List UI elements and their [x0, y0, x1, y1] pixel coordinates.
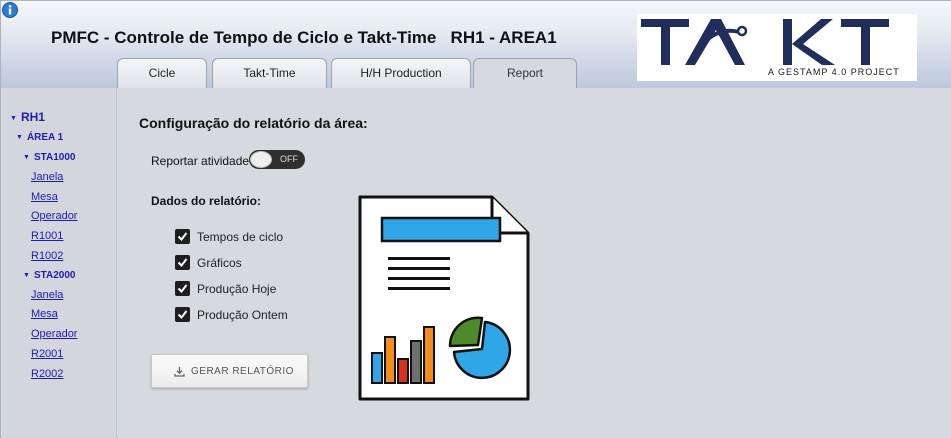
tree-label: STA2000 [33, 270, 76, 281]
tree-leaf-operador[interactable]: Operador [31, 328, 77, 340]
page-title: PMFC - Controle de Tempo de Ciclo e Takt… [51, 28, 557, 47]
generate-report-label: GERAR RELATÓRIO [191, 366, 294, 377]
tree-leaf-r1002[interactable]: R1002 [31, 250, 63, 262]
option-label: Produção Hoje [197, 282, 277, 296]
tab-report[interactable]: Report [473, 58, 577, 89]
tree-leaf-operador[interactable]: Operador [31, 210, 77, 222]
info-icon[interactable] [2, 2, 18, 18]
check-icon [177, 232, 188, 242]
generate-report-button[interactable]: GERAR RELATÓRIO [151, 354, 308, 388]
sidebar-tree: ▼ RH1 ▼ ÁREA 1 ▼ STA1000 Janela Mesa Operad… [2, 88, 117, 438]
caret-down-icon: ▼ [16, 134, 23, 141]
app-window: PMFC - Controle de Tempo de Ciclo e Takt… [0, 0, 951, 438]
app-header: PMFC - Controle de Tempo de Ciclo e Takt… [1, 1, 951, 89]
report-activity-toggle[interactable]: OFF [249, 150, 305, 169]
caret-down-icon: ▼ [23, 272, 30, 279]
report-data-label: Dados do relatório: [151, 194, 262, 208]
logo-subtitle: A GESTAMP 4.0 PROJECT [768, 67, 900, 77]
tree-node-sta1000[interactable]: ▼ STA1000 [23, 152, 75, 163]
tree-leaf-janela[interactable]: Janela [31, 289, 63, 301]
tab-label: Report [506, 66, 544, 80]
tab-label: Cicle [148, 66, 176, 80]
checkbox[interactable] [175, 307, 190, 322]
caret-down-icon: ▼ [10, 115, 17, 122]
report-activity-label: Reportar atividade [151, 154, 250, 168]
tree-leaf-r2002[interactable]: R2002 [31, 368, 63, 380]
check-icon [177, 258, 188, 268]
tab-label: Takt-Time [243, 66, 296, 80]
checkbox[interactable] [175, 229, 190, 244]
tree-leaf-janela[interactable]: Janela [31, 171, 63, 183]
takt-logo: A GESTAMP 4.0 PROJECT [637, 14, 917, 81]
option-label: Gráficos [197, 256, 242, 270]
checkbox[interactable] [175, 255, 190, 270]
tab-hh-production[interactable]: H/H Production [331, 58, 471, 88]
tree-node-area[interactable]: ▼ ÁREA 1 [16, 132, 63, 143]
tab-label: H/H Production [360, 66, 442, 80]
tree-leaf-mesa[interactable]: Mesa [31, 191, 58, 203]
check-icon [177, 310, 188, 320]
report-panel: Configuração do relatório da área: Repor… [118, 88, 951, 438]
tree-label: ÁREA 1 [26, 132, 64, 143]
download-icon [174, 367, 185, 377]
option-label: Produção Ontem [197, 308, 288, 322]
tree-leaf-r2001[interactable]: R2001 [31, 348, 63, 360]
check-icon [177, 284, 188, 294]
tab-takt-time[interactable]: Takt-Time [212, 58, 327, 88]
tab-cicle[interactable]: Cicle [117, 58, 207, 88]
tree-label: STA1000 [33, 152, 76, 163]
tree-node-sta2000[interactable]: ▼ STA2000 [23, 270, 75, 281]
section-title: Configuração do relatório da área: [139, 115, 368, 131]
tree-label: RH1 [20, 110, 45, 124]
tree-leaf-mesa[interactable]: Mesa [31, 308, 58, 320]
checkbox[interactable] [175, 281, 190, 296]
tree-leaf-r1001[interactable]: R1001 [31, 230, 63, 242]
toggle-state-text: OFF [280, 154, 298, 164]
option-label: Tempos de ciclo [197, 230, 284, 244]
tree-node-rh1[interactable]: ▼ RH1 [10, 110, 45, 124]
report-document-icon [358, 195, 530, 401]
toggle-knob [250, 151, 272, 168]
caret-down-icon: ▼ [23, 154, 30, 161]
